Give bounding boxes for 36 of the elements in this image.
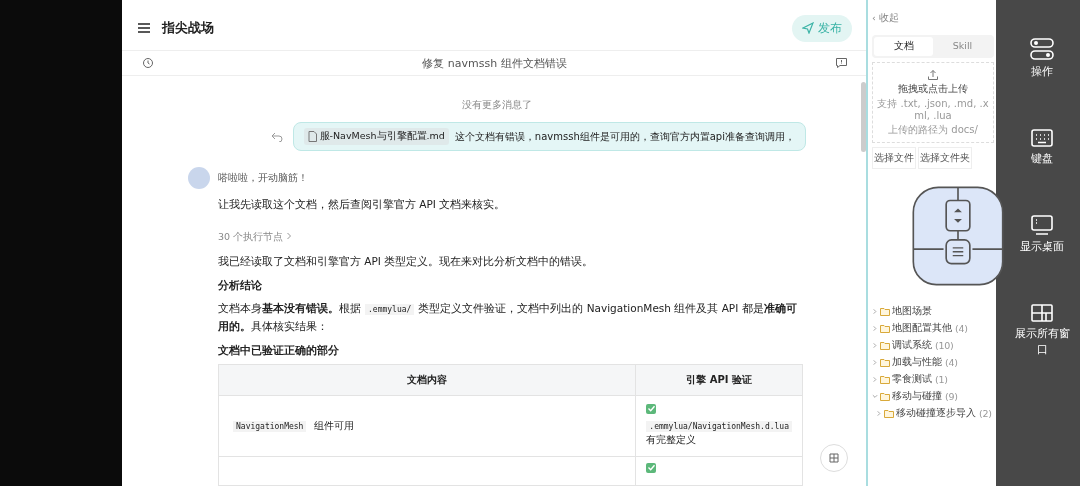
conversation-title: 修复 navmssh 组件文档错误: [421, 55, 568, 71]
collapse-link[interactable]: ‹ 收起: [872, 12, 994, 25]
panel-tab[interactable]: 文档: [874, 37, 933, 56]
upload-path: 上传的路径为 docs/: [888, 124, 978, 136]
column-header: 文档内容: [218, 364, 636, 395]
column-header: 引擎 API 验证: [635, 364, 803, 395]
folder-item[interactable]: 移动碰撞逐步导入 (2): [872, 407, 994, 420]
folder-item[interactable]: 零食测试 (1): [872, 373, 994, 386]
file-chip[interactable]: 服-NavMesh与引擎配置.md: [303, 128, 449, 145]
upload-dropzone[interactable]: 拖拽或点击上传 支持 .txt, .json, .md, .xml, .lua 上传的路径为 docs/: [872, 62, 994, 143]
upload-hint: 支持 .txt, .json, .md, .xml, .lua: [876, 98, 990, 122]
paragraph: 我已经读取了文档和引擎官方 API 类型定义。现在来对比分析文档中的错误。: [218, 254, 595, 270]
user-message-text: 这个文档有错误，navmssh组件是可用的，查询官方内置api准备查询调用，: [454, 129, 795, 144]
table-cell-text: NavigationMesh 组件可用: [229, 417, 626, 434]
folder-item[interactable]: 移动与碰撞 (9): [872, 390, 994, 403]
sidebar-button[interactable]: 展示所有窗口: [1012, 303, 1072, 359]
folder-item[interactable]: 地图场景: [872, 305, 994, 318]
paragraph: 文档本身基本没有错误。根据 .emmylua/ 类型定义文件验证，文档中列出的 NavigationMesh 组件及其 API 都是准确可用的。具体核实结果：: [218, 300, 798, 335]
section-heading: 文档中已验证正确的部分: [218, 343, 340, 358]
paragraph: 让我先读取这个文档，然后查阅引擎官方 API 文档来核实。: [218, 197, 507, 212]
select-file-button[interactable]: 选择文件: [872, 147, 916, 169]
sidebar-button[interactable]: 键盘: [1012, 128, 1072, 167]
execution-nodes-link[interactable]: 30 个执行节点: [218, 231, 806, 245]
folder-item[interactable]: 调试系统 (10): [872, 339, 994, 352]
section-heading: 分析结论: [218, 278, 263, 293]
sidebar-button[interactable]: 显示桌面: [1012, 215, 1072, 256]
table-cell-text: 有完整定义: [646, 432, 698, 447]
app-title: 指尖战场: [162, 19, 215, 37]
folder-item[interactable]: 地图配置其他 (4): [872, 322, 994, 335]
folder-item[interactable]: 加载与性能 (4): [872, 356, 994, 369]
upload-title: 拖拽或点击上传: [898, 83, 968, 96]
file-path-code: .emmylua/NavigationMesh.d.lua: [646, 420, 792, 432]
sidebar-button[interactable]: 操作: [1012, 38, 1072, 81]
select-file-button[interactable]: 选择文件夹: [918, 147, 972, 169]
no-more-messages: 没有更多消息了: [461, 98, 533, 112]
assistant-name: 嗒啦啦，开动脑筋！: [218, 171, 308, 185]
